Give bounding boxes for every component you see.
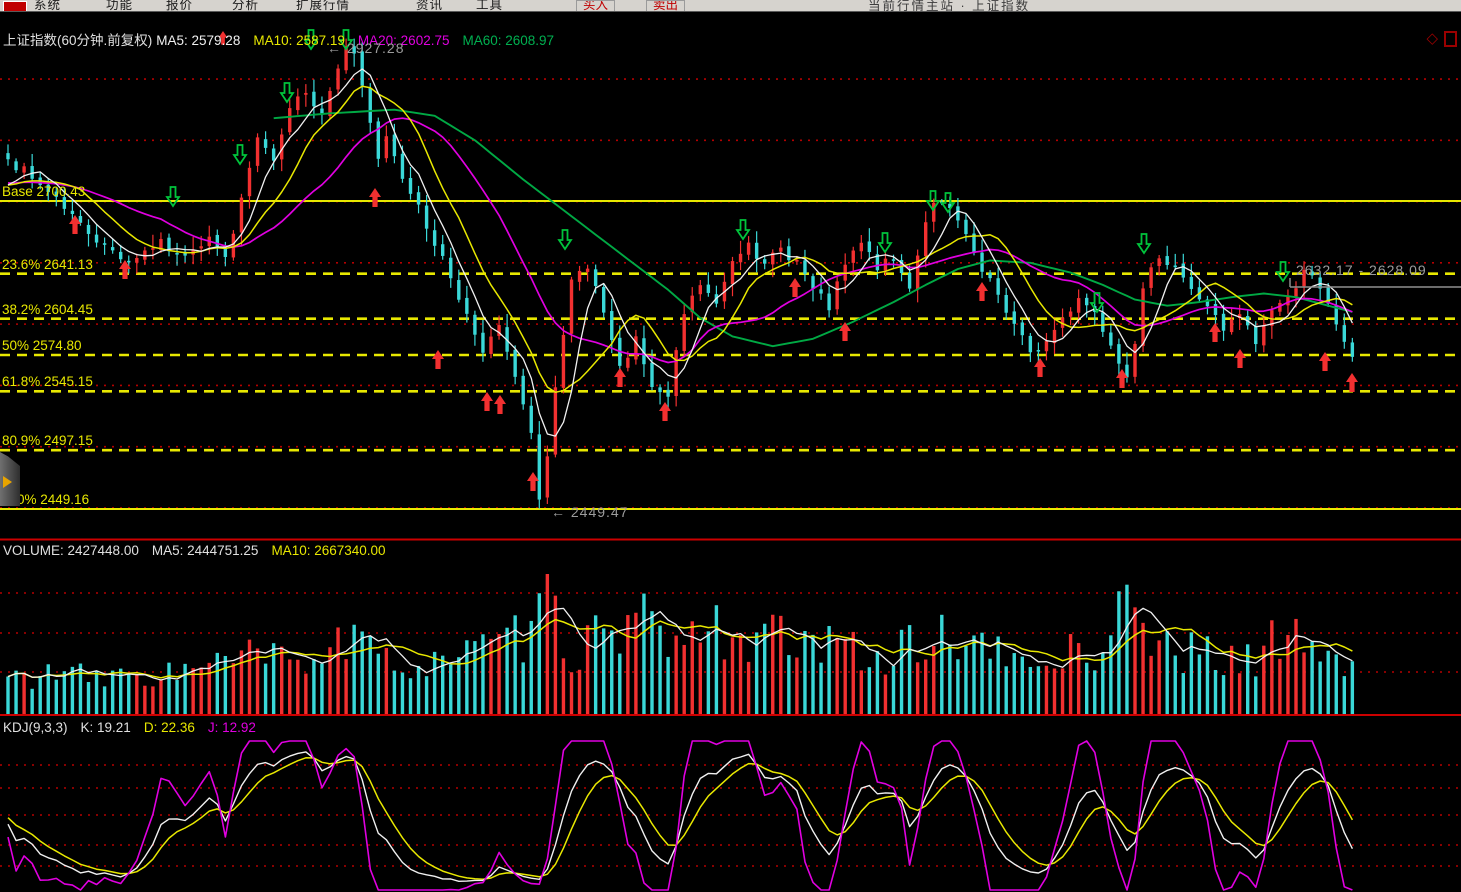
menu-item-1[interactable]: 功能 <box>106 0 133 12</box>
menu-item-6[interactable]: 工具 <box>476 0 503 12</box>
menu-button-1[interactable]: 卖出 <box>646 0 685 12</box>
menu-item-5[interactable]: 资讯 <box>416 0 443 12</box>
kdj-label-2: D: 22.36 <box>144 720 195 735</box>
volume-pane-header: VOLUME: 2427448.00 MA5: 2444751.25 MA10: 2… <box>3 543 412 558</box>
menu-item-3[interactable]: 分析 <box>232 0 259 12</box>
menu-item-4[interactable]: 扩展行情 <box>296 0 350 12</box>
menu-item-2[interactable]: 报价 <box>166 0 193 12</box>
fib-level-label-5: 80.9% 2497.15 <box>2 433 93 448</box>
menu-button-0[interactable]: 买入 <box>576 0 615 12</box>
window-corner-icons: ◇ <box>1426 29 1457 47</box>
kdj-label-1: K: 19.21 <box>81 720 131 735</box>
menu-item-0[interactable]: 系统 <box>34 0 61 12</box>
annotation-high: ← 2927.28 <box>327 40 405 56</box>
callout-arrow-icon: ← <box>327 40 347 56</box>
fib-level-label-3: 50% 2574.80 <box>2 338 82 353</box>
fib-level-label-4: 61.8% 2545.15 <box>2 374 93 389</box>
callout-arrow-icon: ← <box>551 504 571 520</box>
main-chart-header: 上证指数(60分钟.前复权)MA5: 2579.28MA10: 2587.19M… <box>3 29 580 49</box>
volume-label-2: MA10: 2667340.00 <box>271 543 385 558</box>
app-window: 系统 功能 报价 分析 扩展行情 资讯 工具 买入 卖出 当前行情主站 · 上证指数 上证指数… <box>0 0 1461 892</box>
chart-canvas[interactable] <box>0 0 1461 892</box>
volume-label-1: MA5: 2444751.25 <box>152 543 259 558</box>
annotation-low: ← 2449.47 <box>551 504 629 520</box>
fib-level-label-1: 23.6% 2641.13 <box>2 257 93 272</box>
diamond-icon[interactable]: ◇ <box>1426 30 1438 47</box>
menu-bar: 系统 功能 报价 分析 扩展行情 资讯 工具 买入 卖出 当前行情主站 · 上证指数 <box>0 0 1461 12</box>
kdj-label-3: J: 12.92 <box>208 720 256 735</box>
chart-title: 上证指数(60分钟.前复权) <box>3 33 152 48</box>
app-logo-icon <box>3 1 27 12</box>
fib-level-label-2: 38.2% 2604.45 <box>2 302 93 317</box>
kdj-label-0: KDJ(9,3,3) <box>3 720 68 735</box>
annotation-recent-range: 2632.17 - 2628.09 <box>1296 262 1427 278</box>
expand-arrow-icon <box>3 476 12 488</box>
ma-label-3: MA60: 2608.97 <box>462 33 554 48</box>
restore-window-icon[interactable] <box>1444 31 1457 47</box>
fib-level-label-0: Base 2700.43 <box>2 184 85 199</box>
menu-right-text: 当前行情主站 · 上证指数 <box>868 0 1030 12</box>
kdj-pane-header: KDJ(9,3,3) K: 19.21 D: 22.36 J: 12.92 <box>3 720 282 735</box>
ma-label-0: MA5: 2579.28 <box>156 33 240 48</box>
volume-label-0: VOLUME: 2427448.00 <box>3 543 139 558</box>
